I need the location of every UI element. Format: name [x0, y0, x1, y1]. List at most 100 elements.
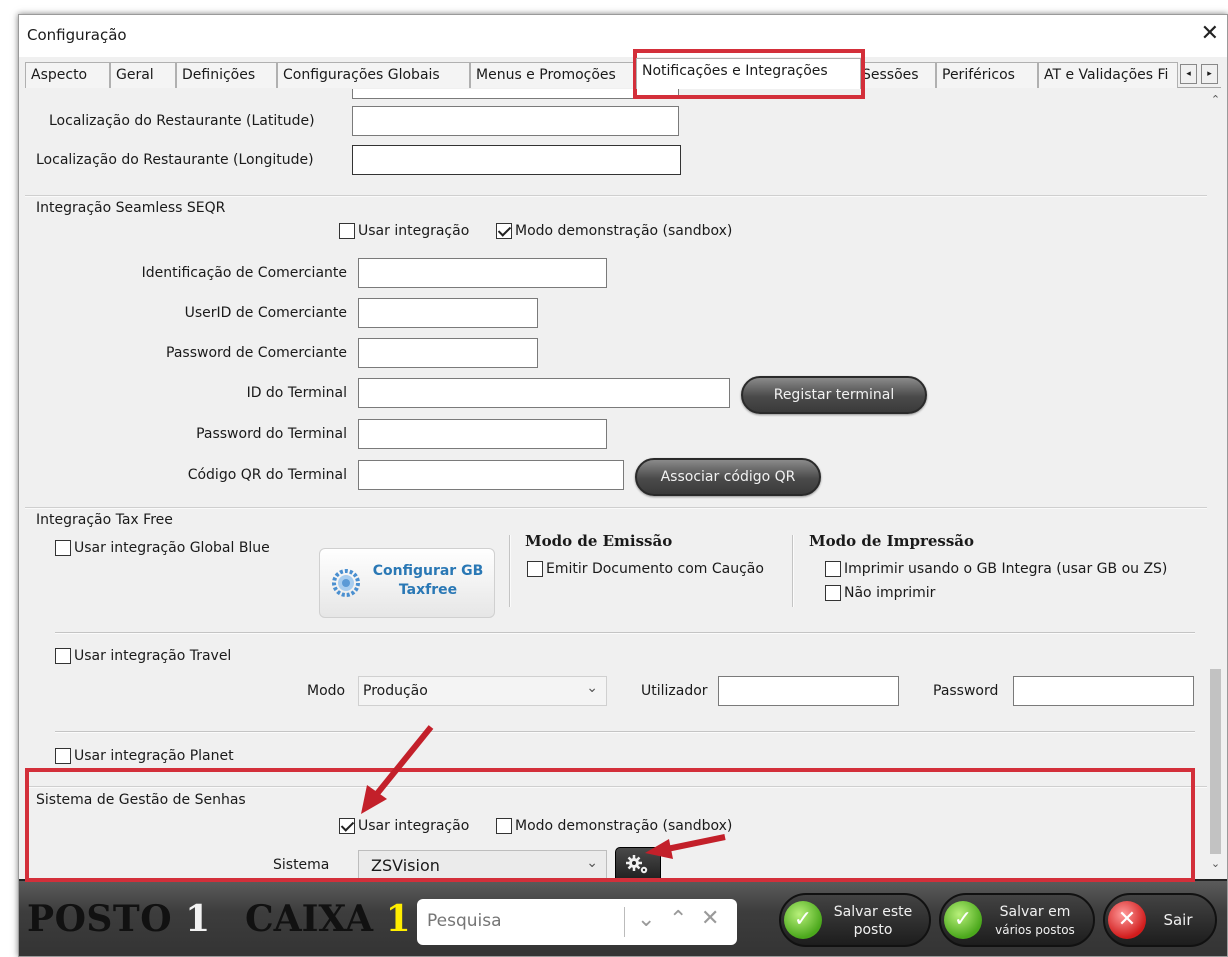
system-dropdown[interactable]: ZSVision ⌄	[358, 850, 607, 879]
window-title: Configuração	[27, 26, 127, 44]
configuration-window: Configuração ✕ Aspecto Geral Definições …	[18, 14, 1228, 957]
checkbox-box	[825, 585, 841, 601]
configure-gb-taxfree-button[interactable]: Configurar GB Taxfree	[319, 548, 495, 618]
chevron-down-icon[interactable]: ⌄	[637, 907, 655, 932]
search-separator	[624, 907, 625, 937]
save-multiple-stations-button[interactable]: ✓ Salvar em vários postos	[939, 893, 1095, 947]
status-bar: POSTO 1 CAIXA 1 ⌄ ⌃ ✕ ✓ Salvar este post…	[19, 879, 1227, 956]
no-print-checkbox[interactable]: Não imprimir	[825, 585, 935, 601]
divider	[55, 632, 1195, 634]
scroll-down-icon[interactable]: ⌄	[1207, 857, 1224, 877]
vertical-scrollbar[interactable]: ⌃ ⌄	[1207, 89, 1224, 879]
configure-gb-label: Configurar GB Taxfree	[368, 562, 488, 600]
longitude-field[interactable]	[352, 145, 681, 175]
checkbox-box	[496, 818, 512, 834]
close-icon[interactable]: ✕	[1201, 21, 1219, 46]
queue-use-integration-checkbox[interactable]: Usar integração	[339, 818, 469, 834]
password-field[interactable]	[1013, 676, 1194, 706]
tab-scroll-right-icon[interactable]: ▸	[1201, 64, 1218, 84]
exit-button[interactable]: ✕ Sair	[1103, 893, 1217, 947]
planet-checkbox[interactable]: Usar integração Planet	[55, 748, 234, 764]
checkbox-label: Usar integração Global Blue	[74, 540, 270, 556]
save-station-button[interactable]: ✓ Salvar este posto	[779, 893, 931, 947]
latitude-field[interactable]	[352, 106, 679, 136]
emission-deposit-checkbox[interactable]: Emitir Documento com Caução	[527, 561, 764, 577]
associate-qr-button[interactable]: Associar código QR	[635, 458, 821, 496]
merchant-password-label: Password de Comerciante	[166, 345, 347, 361]
merchant-userid-field[interactable]	[358, 298, 538, 328]
seqr-demo-mode-checkbox[interactable]: Modo demonstração (sandbox)	[496, 223, 732, 239]
emission-mode-title: Modo de Emissão	[525, 532, 673, 550]
close-icon: ✕	[1117, 907, 1137, 932]
queue-demo-mode-checkbox[interactable]: Modo demonstração (sandbox)	[496, 818, 732, 834]
chevron-down-icon: ⌄	[586, 855, 598, 871]
mode-dropdown[interactable]: Produção ⌄	[358, 676, 607, 706]
tab-configuracoes-globais[interactable]: Configurações Globais	[277, 62, 470, 88]
print-mode-title: Modo de Impressão	[809, 532, 975, 550]
scroll-up-icon[interactable]: ⌃	[1207, 93, 1224, 113]
user-field[interactable]	[718, 676, 899, 706]
section-divider	[25, 786, 1207, 788]
tab-sessoes[interactable]: Sessões	[861, 62, 936, 88]
hidden-top-field[interactable]	[352, 89, 679, 99]
checkbox-label: Usar integração	[358, 223, 470, 239]
print-gb-integra-checkbox[interactable]: Imprimir usando o GB Integra (usar GB ou…	[825, 561, 1167, 577]
checkbox-box	[527, 561, 543, 577]
register-terminal-button[interactable]: Registar terminal	[741, 376, 927, 414]
save-multi-label: Salvar em vários postos	[985, 903, 1085, 939]
global-blue-checkbox[interactable]: Usar integração Global Blue	[55, 540, 270, 556]
merchant-password-field[interactable]	[358, 338, 538, 368]
tab-strip: Aspecto Geral Definições Configurações G…	[25, 58, 1221, 89]
seqr-section-title: Integração Seamless SEQR	[36, 200, 226, 216]
checkbox-box	[55, 540, 71, 556]
checkbox-box	[339, 223, 355, 239]
settings-panel: Localização do Restaurante (Latitude) Lo…	[25, 89, 1207, 879]
checkmark-icon: ✓	[793, 907, 813, 932]
merchant-id-label: Identificação de Comerciante	[141, 265, 347, 281]
scroll-thumb[interactable]	[1210, 669, 1221, 854]
checkbox-label: Imprimir usando o GB Integra (usar GB ou…	[844, 561, 1168, 577]
tab-scroll-left-icon[interactable]: ◂	[1180, 64, 1197, 84]
gears-icon	[626, 855, 648, 874]
chevron-up-icon[interactable]: ⌃	[669, 907, 687, 932]
merchant-id-field[interactable]	[358, 258, 607, 288]
user-label: Utilizador	[641, 683, 708, 699]
taxfree-section-title: Integração Tax Free	[36, 512, 173, 528]
latitude-label: Localização do Restaurante (Latitude)	[49, 113, 315, 129]
checkbox-label: Não imprimir	[844, 585, 936, 601]
longitude-label: Localização do Restaurante (Longitude)	[36, 152, 314, 168]
checkbox-box	[55, 748, 71, 764]
tab-aspecto[interactable]: Aspecto	[25, 62, 110, 88]
travel-checkbox[interactable]: Usar integração Travel	[55, 648, 231, 664]
checkbox-label: Modo demonstração (sandbox)	[515, 223, 733, 239]
register-indicator: CAIXA 1	[245, 898, 411, 940]
terminal-qr-field[interactable]	[358, 460, 624, 490]
tab-perifericos[interactable]: Periféricos	[936, 62, 1038, 88]
terminal-password-field[interactable]	[358, 419, 607, 449]
search-box: ⌄ ⌃ ✕	[417, 899, 737, 945]
register-number: 1	[385, 898, 411, 940]
section-divider	[25, 507, 1207, 509]
seqr-use-integration-checkbox[interactable]: Usar integração	[339, 223, 469, 239]
queue-section-title: Sistema de Gestão de Senhas	[36, 792, 246, 808]
save-multi-line2: vários postos	[995, 923, 1075, 937]
tab-menus-promocoes[interactable]: Menus e Promoções	[470, 62, 636, 88]
checkbox-box	[55, 648, 71, 664]
column-separator	[792, 535, 794, 607]
tab-notificacoes-integracoes[interactable]: Notificações e Integrações	[636, 58, 861, 89]
tab-geral[interactable]: Geral	[110, 62, 176, 88]
tab-at-validacoes[interactable]: AT e Validações Fi	[1038, 62, 1178, 88]
checkbox-box	[339, 818, 355, 834]
checkbox-label: Emitir Documento com Caução	[546, 561, 764, 577]
tab-definicoes[interactable]: Definições	[176, 62, 277, 88]
save-station-line1: Salvar este	[833, 904, 913, 920]
terminal-id-field[interactable]	[358, 378, 730, 408]
configure-gb-line1: Configurar GB	[372, 563, 484, 579]
clear-search-icon[interactable]: ✕	[701, 906, 719, 931]
mode-value: Produção	[363, 683, 428, 699]
system-label: Sistema	[273, 857, 330, 873]
column-separator	[509, 535, 511, 607]
checkbox-label: Usar integração	[358, 818, 470, 834]
system-settings-button[interactable]	[615, 847, 661, 879]
search-input[interactable]	[427, 911, 617, 931]
